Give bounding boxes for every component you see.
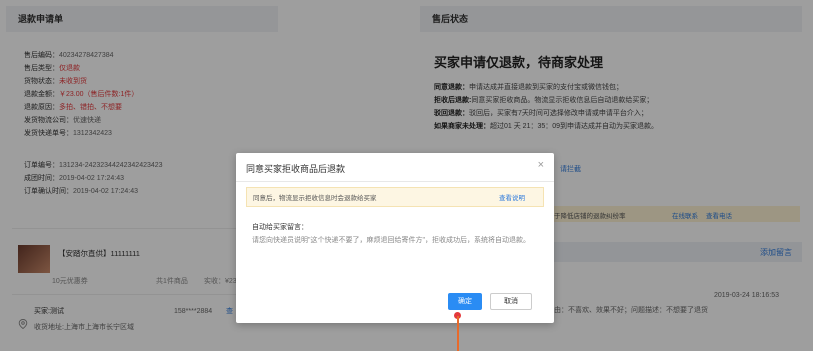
view-explanation-link[interactable]: 查看说明: [499, 192, 525, 202]
warning-notice: 同意后，物流显示拒收信息时会退款给买家 查看说明: [246, 187, 544, 207]
auto-message-label: 自动给买家留言：: [252, 224, 308, 231]
auto-message-body: 请您向快递员说明"这个快递不要了，麻烦退回给寄件方"，拒收成功后，系统将自动退款…: [252, 237, 530, 244]
confirm-button[interactable]: 确定: [448, 293, 482, 310]
reject-refund-dialog: 同意买家拒收商品后退款 × 同意后，物流显示拒收信息时会退款给买家 查看说明 自…: [236, 153, 554, 323]
divider: [236, 181, 554, 182]
annotation-line: [457, 316, 459, 351]
cancel-button[interactable]: 取消: [490, 293, 532, 310]
notice-text: 同意后，物流显示拒收信息时会退款给买家: [253, 195, 377, 202]
close-icon[interactable]: ×: [538, 159, 544, 171]
dialog-title: 同意买家拒收商品后退款: [246, 164, 346, 174]
